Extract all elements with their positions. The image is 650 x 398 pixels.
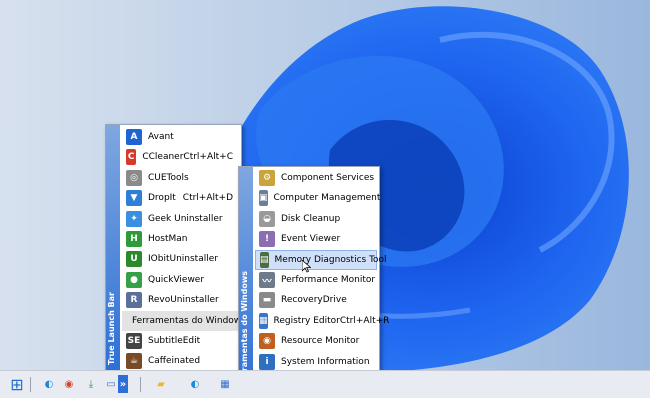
menu-item-label: IObitUninstaller	[148, 254, 218, 265]
menu-item-label: RevoUninstaller	[148, 295, 219, 306]
event-viewer-icon: !	[259, 231, 275, 248]
menu-item-memory-diagnostics-tool[interactable]: ▤ Memory Diagnostics Tool	[255, 249, 387, 270]
true-launch-bar-menu-icon[interactable]: »	[118, 375, 128, 393]
iobit-uninstaller-icon: U	[126, 251, 142, 268]
menu-item-dropit[interactable]: ▼ DropIt Ctrl+Alt+D	[122, 188, 239, 208]
taskbar: ⊞ ◐ ◉ ⤓ ▭» ▰ ◐ ▦	[0, 370, 650, 398]
coffee-cup-icon: ☕	[126, 353, 142, 370]
file-explorer-icon[interactable]: ▰	[152, 375, 170, 393]
menu-item-caffeinated[interactable]: ☕ Caffeinated	[122, 351, 239, 371]
edge-pinned-icon[interactable]: ◐	[186, 375, 204, 393]
hostman-icon: H	[126, 231, 142, 247]
component-services-icon: ⚙	[259, 170, 275, 186]
tools-menu-band: Ferramentas do Windows	[239, 167, 253, 394]
menu-item-label: Performance Monitor	[281, 275, 376, 285]
geek-uninstaller-icon: ✦	[126, 210, 142, 227]
menu-item-label: Event Viewer	[281, 234, 341, 245]
subtitle-edit-icon: SE	[126, 333, 142, 349]
menu-item-label: Disk Cleanup	[281, 213, 341, 224]
menu-item-shortcut: Ctrl+Alt+C	[183, 152, 233, 163]
menu-item-cuetools[interactable]: ◎ CUETools	[122, 168, 239, 188]
menu-item-avant[interactable]: A Avant	[122, 127, 239, 147]
true-launch-bar-menu: True Launch Bar A Avant C CCleaner Ctrl+Alt+…	[105, 124, 249, 374]
computer-management-icon: ▣	[259, 190, 268, 207]
menu-item-disk-cleanup[interactable]: ◒ Disk Cleanup	[255, 209, 377, 229]
start-windows-icon[interactable]: ⊞	[8, 375, 26, 394]
menu-item-ccleaner[interactable]: C CCleaner Ctrl+Alt+C	[122, 147, 239, 167]
menu-item-label: QuickViewer	[148, 274, 205, 285]
chrome-icon[interactable]: ◉	[60, 375, 78, 393]
menu-item-label: Memory Diagnostics Tool	[274, 254, 387, 265]
menu-item-label: Caffeinated	[148, 356, 201, 367]
menu-item-revouninstaller[interactable]: R RevoUninstaller	[122, 290, 239, 310]
menu-item-label: System Information	[281, 356, 370, 367]
menu-item-subtitleedit[interactable]: SE SubtitleEdit	[122, 331, 239, 351]
registry-editor-icon: ▦	[259, 312, 268, 329]
launch-menu-band: True Launch Bar	[106, 125, 120, 373]
menu-item-recoverydrive[interactable]: ▬ RecoveryDrive	[255, 290, 377, 310]
menu-item-hostman[interactable]: H HostMan	[122, 229, 239, 249]
menu-item-system-information[interactable]: i System Information	[255, 352, 377, 372]
ccleaner-icon: C	[126, 149, 137, 166]
menu-item-label: SubtitleEdit	[148, 336, 201, 346]
menu-item-geek-uninstaller[interactable]: ✦ Geek Uninstaller	[122, 209, 239, 229]
performance-monitor-icon: 〰	[259, 272, 275, 288]
edge-icon[interactable]: ◐	[40, 375, 58, 393]
disk-cleanup-icon: ◒	[259, 210, 275, 227]
menu-item-label: CUETools	[148, 172, 189, 183]
launch-menu-band-title: True Launch Bar	[107, 292, 116, 365]
windows-tools-submenu: Ferramentas do Windows ⚙ Component Servic…	[238, 166, 389, 395]
menu-item-label: Resource Monitor	[281, 336, 360, 347]
menu-item-ferramentas-do-windows[interactable]: Ferramentas do Windows▸	[122, 310, 249, 331]
cuetools-icon: ◎	[126, 169, 142, 186]
resource-monitor-icon: ◉	[259, 333, 275, 350]
menu-item-label: Component Services	[281, 173, 375, 183]
tools-menu-band-title: Ferramentas do Windows	[240, 271, 249, 386]
menu-item-shortcut: Ctrl+Alt+R	[339, 315, 390, 326]
menu-item-label: RecoveryDrive	[281, 295, 347, 306]
download-icon[interactable]: ⤓	[82, 375, 100, 393]
menu-item-performance-monitor[interactable]: 〰 Performance Monitor	[255, 270, 377, 290]
system-information-icon: i	[259, 353, 275, 370]
menu-item-label: CCleaner	[142, 152, 184, 163]
revo-uninstaller-icon: R	[126, 292, 142, 309]
menu-item-registry-editor[interactable]: ▦ Registry Editor Ctrl+Alt+R	[255, 311, 389, 331]
menu-item-event-viewer[interactable]: ! Event Viewer	[255, 229, 377, 249]
taskbar-separator	[140, 377, 141, 392]
recovery-drive-icon: ▬	[259, 292, 275, 309]
menu-item-quickviewer[interactable]: ● QuickViewer	[122, 270, 239, 290]
memory-diagnostics-icon: ▤	[260, 251, 269, 268]
microsoft-store-icon[interactable]: ▦	[216, 375, 234, 393]
taskbar-separator	[30, 377, 31, 392]
menu-item-label: Registry Editor	[273, 315, 340, 326]
menu-item-iobituninstaller[interactable]: U IObitUninstaller	[122, 249, 239, 269]
menu-item-component-services[interactable]: ⚙ Component Services	[255, 168, 377, 188]
menu-item-label: DropIt	[148, 193, 176, 204]
menu-item-label: Avant	[148, 132, 174, 142]
menu-item-shortcut: Ctrl+Alt+D	[182, 193, 233, 204]
menu-item-label: Ferramentas do Windows	[132, 315, 246, 326]
menu-item-label: Computer Management	[273, 193, 381, 204]
menu-item-label: Geek Uninstaller	[148, 213, 223, 224]
menu-item-computer-management[interactable]: ▣ Computer Management	[255, 188, 380, 208]
mouse-cursor-icon	[302, 260, 311, 273]
dropit-icon: ▼	[126, 190, 142, 207]
quickviewer-icon: ●	[126, 271, 142, 288]
menu-item-resource-monitor[interactable]: ◉ Resource Monitor	[255, 331, 377, 351]
menu-item-label: HostMan	[148, 234, 188, 244]
avant-browser-icon: A	[126, 129, 142, 145]
